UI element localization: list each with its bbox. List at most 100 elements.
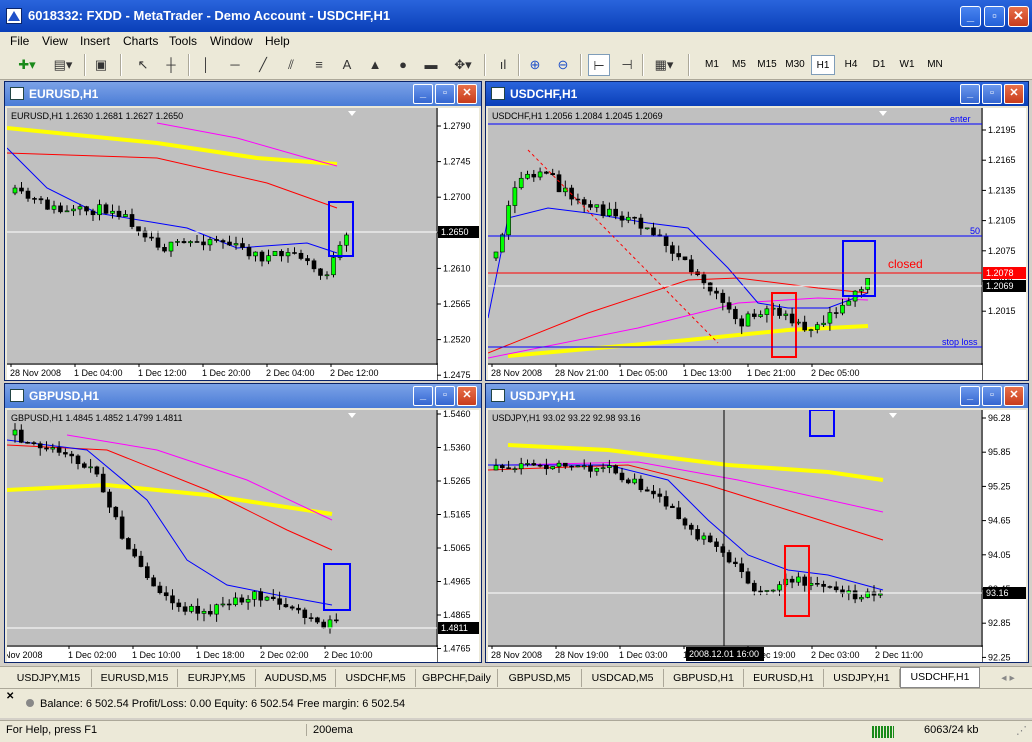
tab-eurjpy-m5[interactable]: EURJPY,M5 [178, 669, 256, 687]
timeframe-m15[interactable]: M15 [755, 55, 779, 75]
tab-scroll-arrows-icon[interactable]: ◂ ▸ [990, 669, 1026, 687]
resize-grip-icon[interactable]: ⋰ [1016, 724, 1027, 737]
chart-window-title-bar[interactable]: USDJPY,H1 _ ▫ ✕ [486, 384, 1028, 408]
chart-window-usdchf[interactable]: USDCHF,H1 _ ▫ ✕ 1.2195 1.2165 1.2135 1.2105 1.… [485, 81, 1029, 381]
bear-candle [333, 619, 339, 622]
timeframe-w1[interactable]: W1 [895, 55, 919, 75]
tab-gbpusd-m5[interactable]: GBPUSD,M5 [498, 669, 582, 687]
timeframe-d1[interactable]: D1 [867, 55, 891, 75]
terminal-close-icon[interactable]: ✕ [6, 691, 14, 702]
price-chart[interactable]: 1.27901.27451.27001.26551.26101.25651.25… [7, 108, 479, 380]
timeframe-m1[interactable]: M1 [700, 55, 724, 75]
vertical-line-icon[interactable]: │ [196, 54, 216, 76]
close-button[interactable]: ✕ [1008, 6, 1029, 27]
chart-close-button[interactable]: ✕ [1004, 84, 1024, 104]
bull-candle [493, 251, 499, 259]
crosshair-icon[interactable]: ┼ [160, 54, 182, 76]
bear-candle [270, 596, 276, 599]
arrows-icon[interactable]: ✥▾ [448, 54, 478, 76]
menu-view[interactable]: View [42, 34, 68, 48]
chart-window-eurusd[interactable]: EURUSD,H1 _▫✕ 1.27901.27451.27001.26551.… [4, 81, 482, 381]
tab-usdchf-m5[interactable]: USDCHF,M5 [336, 669, 416, 687]
price-chart[interactable]: 1.5460 1.5360 1.5265 1.5165 1.5065 1.4965 1.48… [7, 410, 479, 662]
time-tick-label: 28 Nov 2008 [10, 368, 61, 378]
bull-candle [525, 463, 530, 465]
chart-minimize-button[interactable]: _ [960, 386, 980, 406]
menu-charts[interactable]: Charts [123, 34, 158, 48]
tab-eurusd-m15[interactable]: EURUSD,M15 [92, 669, 178, 687]
tab-usdjpy-h1[interactable]: USDJPY,H1 [824, 669, 900, 687]
menu-file[interactable]: File [10, 34, 29, 48]
chart-window-title-bar[interactable]: GBPUSD,H1 _ ▫ ✕ [5, 384, 481, 408]
price-chart[interactable]: 1.21951.21651.21351.21051.20751.20451.20… [488, 108, 1026, 380]
chart-maximize-button[interactable]: ▫ [435, 84, 455, 104]
chart-window-gbpusd[interactable]: GBPUSD,H1 _ ▫ ✕ 1.5460 1.5360 1.5265 1.5165 1.… [4, 383, 482, 663]
autoscroll-icon[interactable]: ⊢ [588, 54, 610, 76]
tab-audusd-m5[interactable]: AUDUSD,M5 [256, 669, 336, 687]
timeframe-h1[interactable]: H1 [811, 55, 835, 75]
timeframe-h4[interactable]: H4 [839, 55, 863, 75]
price-chart[interactable]: 96.2895.8595.2594.6594.0593.4592.8592.25… [488, 410, 1026, 662]
bear-candle [289, 606, 295, 609]
bull-candle [168, 241, 174, 252]
chart-window-usdjpy[interactable]: USDJPY,H1 _ ▫ ✕ 96.28 95.85 95.25 94.65 94.05 9… [485, 383, 1029, 663]
fibonacci-icon[interactable]: ≡ [308, 54, 330, 76]
bar-chart-icon[interactable]: ıl [492, 54, 514, 76]
triangle-icon[interactable]: ▲ [364, 54, 386, 76]
time-tick-label: 1 Dec 04:00 [74, 368, 123, 378]
chart-maximize-button[interactable]: ▫ [982, 84, 1002, 104]
bull-candle [796, 576, 801, 583]
chart-minimize-button[interactable]: _ [413, 386, 433, 406]
rectangle-icon[interactable]: ▬ [420, 54, 442, 76]
timeframe-mn[interactable]: MN [923, 55, 947, 75]
tab-gbpchf-daily[interactable]: GBPCHF,Daily [416, 669, 498, 687]
navigator-icon[interactable]: ▣ [90, 54, 112, 76]
new-chart-icon[interactable]: ✚▾ [12, 54, 42, 76]
chart-maximize-button[interactable]: ▫ [982, 386, 1002, 406]
chart-minimize-button[interactable]: _ [413, 84, 433, 104]
tab-usdchf-h1[interactable]: USDCHF,H1 [900, 667, 980, 688]
cursor-icon[interactable]: ↖ [132, 54, 154, 76]
menu-insert[interactable]: Insert [80, 34, 110, 48]
chart-window-title-bar[interactable]: USDCHF,H1 _ ▫ ✕ [486, 82, 1028, 106]
profiles-icon[interactable]: ▤▾ [48, 54, 78, 76]
chart-minimize-button[interactable]: _ [960, 84, 980, 104]
window-title-bar[interactable]: 6018332: FXDD - MetaTrader - Demo Accoun… [0, 0, 1032, 32]
channel-icon[interactable]: ⫽ [280, 54, 302, 76]
tab-eurusd-h1[interactable]: EURUSD,H1 [744, 669, 824, 687]
maximize-button[interactable]: ▫ [984, 6, 1005, 27]
minimize-button[interactable]: _ [960, 6, 981, 27]
closed-annotation: closed [888, 257, 923, 271]
trendline-icon[interactable]: ╱ [252, 54, 274, 76]
bear-candle [657, 493, 663, 497]
time-tick-label: 28 Nov 19:00 [555, 650, 609, 660]
chart-maximize-button[interactable]: ▫ [435, 386, 455, 406]
bull-candle [632, 478, 637, 484]
menu-window[interactable]: Window [210, 34, 253, 48]
price-tick-label: 1.2105 [988, 216, 1016, 226]
timeframe-m30[interactable]: M30 [783, 55, 807, 75]
timeframe-m5[interactable]: M5 [727, 55, 751, 75]
bear-candle [19, 187, 24, 192]
text-label-icon[interactable]: A [336, 54, 358, 76]
ellipse-icon[interactable]: ● [392, 54, 414, 76]
tab-usdjpy-m15[interactable]: USDJPY,M15 [6, 669, 92, 687]
menu-help[interactable]: Help [265, 34, 290, 48]
zoom-in-icon[interactable]: ⊕ [524, 54, 546, 76]
setup-box [323, 563, 351, 611]
periods-icon[interactable]: ▦▾ [648, 54, 680, 76]
tab-usdcad-m5[interactable]: USDCAD,M5 [582, 669, 664, 687]
zoom-out-icon[interactable]: ⊖ [552, 54, 574, 76]
chart-close-button[interactable]: ✕ [457, 84, 477, 104]
tab-gbpusd-h1[interactable]: GBPUSD,H1 [664, 669, 744, 687]
chart-shift-marker [348, 111, 356, 116]
window-title: 6018332: FXDD - MetaTrader - Demo Accoun… [28, 8, 391, 23]
bear-candle [31, 442, 37, 444]
chart-window-title-bar[interactable]: EURUSD,H1 _ ▫ ✕ [5, 82, 481, 106]
horizontal-line-icon[interactable]: ─ [224, 54, 246, 76]
chart-close-button[interactable]: ✕ [1004, 386, 1024, 406]
menu-tools[interactable]: Tools [169, 34, 197, 48]
bear-candle [733, 561, 738, 565]
chart-close-button[interactable]: ✕ [457, 386, 477, 406]
chart-shift-icon[interactable]: ⊣ [616, 54, 638, 76]
